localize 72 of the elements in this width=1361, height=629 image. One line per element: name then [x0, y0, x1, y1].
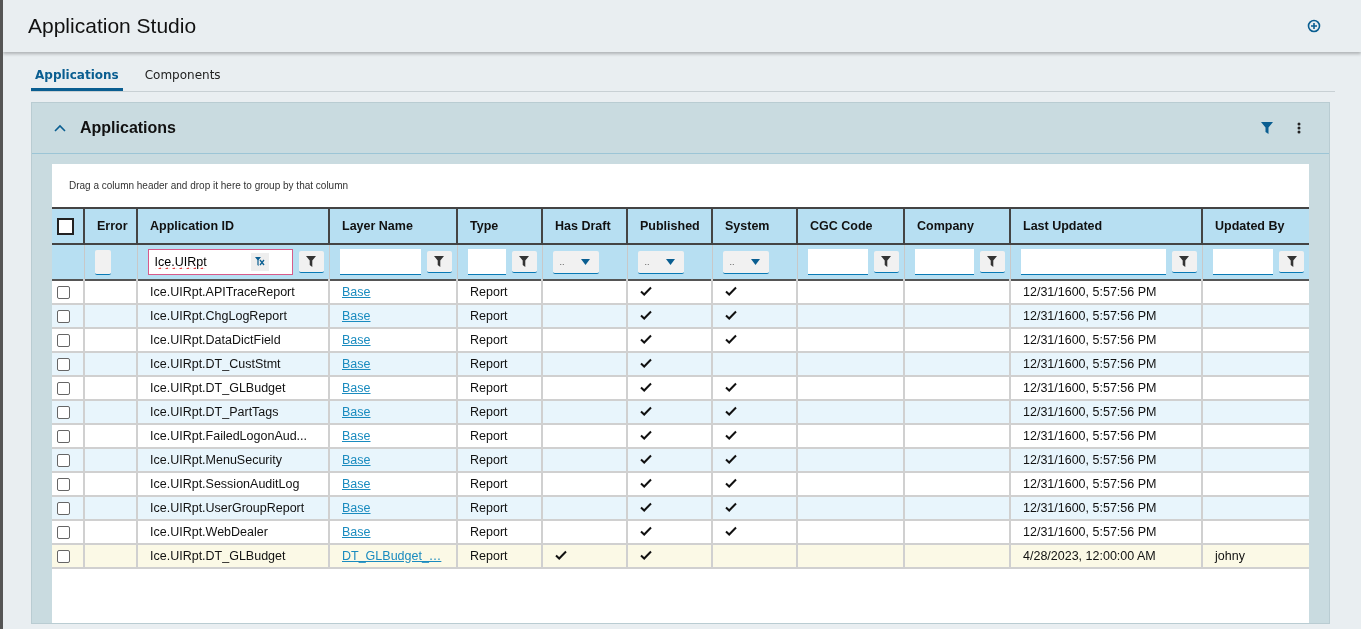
layer-link[interactable]: Base [342, 309, 371, 323]
layer-link[interactable]: Base [342, 285, 371, 299]
table-row[interactable]: Ice.UIRpt.DT_GLBudget DT_GLBudget_… Report 4/28/2023, 12:00:00 AM johny [52, 544, 1309, 568]
table-row[interactable]: Ice.UIRpt.DataDictField Base Report 12/31/1600, 5:57:56 PM [52, 328, 1309, 352]
filter-icon [1179, 256, 1189, 267]
filter-button[interactable] [298, 251, 324, 273]
layer-link[interactable]: Base [342, 333, 371, 347]
filter-dropdown[interactable]: .. [552, 250, 599, 274]
layer-link[interactable]: Base [342, 501, 371, 515]
filter-input[interactable]: Ice.UIRpt [147, 249, 293, 275]
filter-dropdown[interactable]: .. [722, 250, 769, 274]
row-checkbox[interactable] [57, 285, 70, 299]
layer-link[interactable]: Base [342, 405, 371, 419]
layer-link[interactable]: Base [342, 429, 371, 443]
row-checkbox[interactable] [57, 501, 70, 515]
caret-icon [750, 258, 760, 265]
table-row[interactable]: Ice.UIRpt.DT_PartTags Base Report 12/31/1600, 5:57:56 PM [52, 400, 1309, 424]
table-row[interactable]: Ice.UIRpt.SessionAuditLog Base Report 12/31/1600, 5:57:56 PM [52, 472, 1309, 496]
table-row[interactable]: Ice.UIRpt.DT_CustStmt Base Report 12/31/1600, 5:57:56 PM [52, 352, 1309, 376]
row-checkbox[interactable] [57, 357, 70, 371]
table-cell: Ice.UIRpt.DT_GLBudget [137, 544, 329, 568]
group-by-hint: Drag a column header and drop it here to group by that column [68, 179, 350, 193]
page-title: Application Studio [28, 14, 197, 38]
layer-link[interactable]: DT_GLBudget_… [342, 549, 442, 563]
caret-icon [580, 258, 590, 265]
filter-button[interactable] [1171, 251, 1197, 273]
layer-link[interactable]: Base [342, 525, 371, 539]
row-checkbox[interactable] [57, 549, 70, 563]
table-cell: Report [457, 544, 542, 568]
tab[interactable]: Applications [31, 66, 123, 91]
row-checkbox[interactable] [57, 309, 70, 323]
row-checkbox[interactable] [57, 477, 70, 491]
filter-icon[interactable] [1261, 122, 1273, 134]
filter-icon [987, 256, 997, 267]
table-row[interactable]: Ice.UIRpt.WebDealer Base Report 12/31/1600, 5:57:56 PM [52, 520, 1309, 544]
table-row[interactable]: Ice.UIRpt.MenuSecurity Base Report 12/31/1600, 5:57:56 PM [52, 448, 1309, 472]
more-options-icon[interactable] [1297, 122, 1301, 134]
filter-button[interactable] [873, 251, 899, 273]
panel-title: Applications [80, 119, 176, 137]
add-icon[interactable] [1307, 19, 1321, 33]
row-checkbox[interactable] [57, 525, 70, 539]
filter-icon [434, 256, 444, 267]
layer-link[interactable]: Base [342, 381, 371, 395]
filter-icon [306, 256, 316, 267]
filter-button[interactable] [426, 251, 452, 273]
caret-icon [665, 258, 675, 265]
table-row[interactable]: Ice.UIRpt.UserGroupReport Base Report 12/31/1600, 5:57:56 PM [52, 496, 1309, 520]
row-checkbox[interactable] [57, 405, 70, 419]
filter-dropdown[interactable]: .. [637, 250, 684, 274]
table-row[interactable]: Ice.UIRpt.ChgLogReport Base Report 12/31/1600, 5:57:56 PM [52, 304, 1309, 328]
table-cell: johny [1202, 544, 1309, 568]
layer-link[interactable]: Base [342, 357, 371, 371]
filter-button[interactable] [979, 251, 1005, 273]
tab[interactable]: Components [140, 66, 225, 91]
filter-button[interactable] [1279, 251, 1304, 273]
filter-button[interactable] [511, 251, 537, 273]
row-checkbox[interactable] [57, 453, 70, 467]
table-row[interactable]: Ice.UIRpt.FailedLogonAud... Base Report 12/31/1600, 5:57:56 PM [52, 424, 1309, 448]
filter-toggle[interactable] [94, 249, 111, 275]
table-row[interactable]: Ice.UIRpt.DT_GLBudget Base Report 12/31/1600, 5:57:56 PM [52, 376, 1309, 400]
filter-icon [519, 256, 529, 267]
row-checkbox[interactable] [57, 429, 70, 443]
table-row[interactable]: Ice.UIRpt.APITraceReport Base Report 12/31/1600, 5:57:56 PM [52, 280, 1309, 304]
select-all-checkbox[interactable] [57, 217, 74, 235]
row-checkbox[interactable] [57, 381, 70, 395]
layer-link[interactable]: Base [342, 453, 371, 467]
filter-icon [1286, 256, 1297, 267]
row-checkbox[interactable] [57, 333, 70, 347]
table-cell: 4/28/2023, 12:00:00 AM [1010, 544, 1202, 568]
filter-icon [881, 256, 891, 267]
layer-link[interactable]: Base [342, 477, 371, 491]
chevron-icon[interactable] [54, 124, 66, 132]
